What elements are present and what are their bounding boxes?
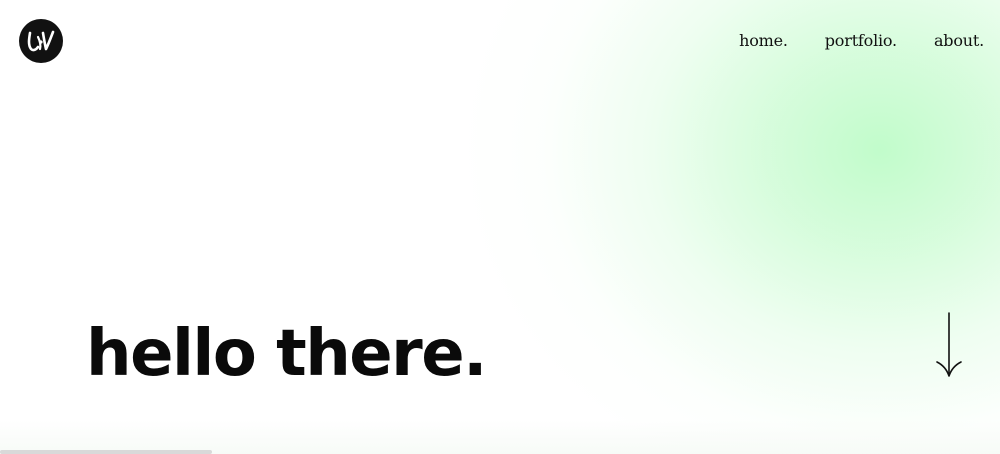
nav-item-portfolio[interactable]: portfolio. <box>825 31 897 50</box>
arrow-down-icon <box>936 312 962 377</box>
lw-monogram-icon <box>27 30 55 52</box>
logo-link[interactable] <box>19 19 63 63</box>
nav-item-home[interactable]: home. <box>739 31 788 50</box>
background-fade <box>0 420 1000 454</box>
scroll-down-button[interactable] <box>934 312 964 378</box>
hero-title: hello there. <box>86 317 487 391</box>
main-nav: home. portfolio. about. <box>739 31 984 50</box>
nav-item-about[interactable]: about. <box>934 31 984 50</box>
horizontal-scrollbar[interactable] <box>0 450 212 454</box>
